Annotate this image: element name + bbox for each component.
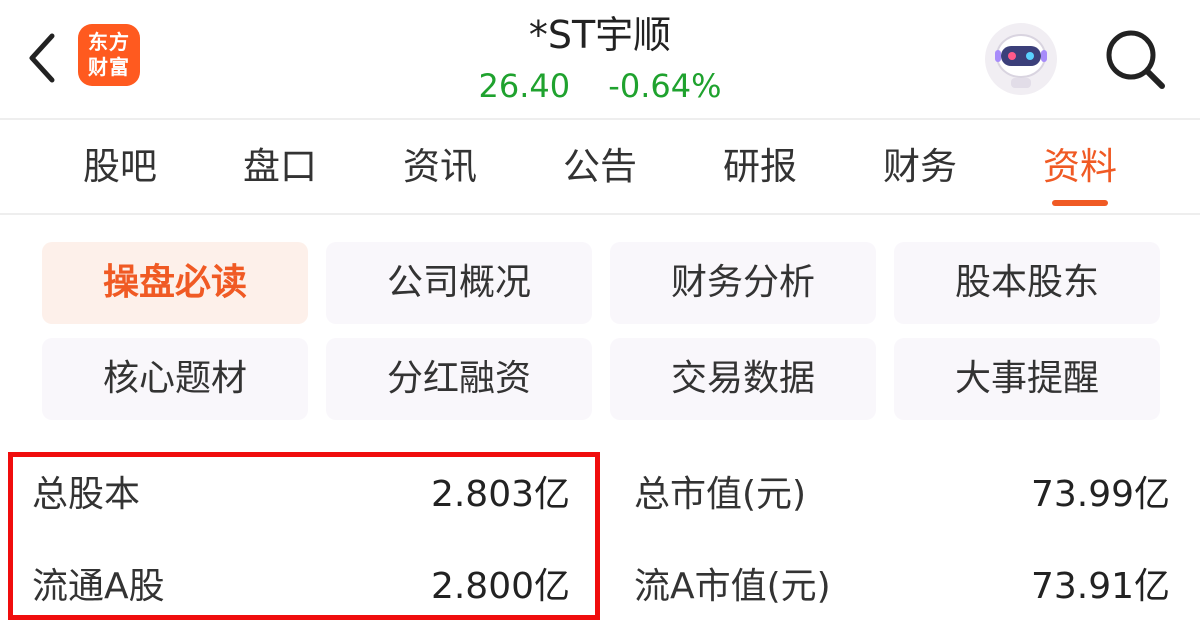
chip-company-overview[interactable]: 公司概况 bbox=[326, 242, 592, 324]
total-market-cap-label: 总市值(元) bbox=[634, 474, 807, 515]
stats-panel: 总股本 2.803亿 流通A股 2.800亿 总市值(元) 73.99亿 流A市… bbox=[0, 448, 1200, 627]
chip-trading-data[interactable]: 交易数据 bbox=[610, 338, 876, 420]
chip-major-events[interactable]: 大事提醒 bbox=[894, 338, 1160, 420]
tabs-divider bbox=[0, 213, 1200, 215]
tab-announcements[interactable]: 公告 bbox=[530, 120, 670, 214]
stock-price: 26.40 bbox=[478, 67, 571, 105]
tab-pankou[interactable]: 盘口 bbox=[210, 120, 350, 214]
chip-financial-analysis[interactable]: 财务分析 bbox=[610, 242, 876, 324]
search-icon bbox=[1106, 30, 1165, 89]
chip-trading-essentials[interactable]: 操盘必读 bbox=[42, 242, 308, 324]
robot-avatar-icon bbox=[985, 23, 1057, 95]
header: 东方 财富 *ST宇顺 26.40 -0.64% bbox=[0, 0, 1200, 118]
stock-info-page: 东方 财富 *ST宇顺 26.40 -0.64% 股吧 盘口 资讯 公告 研报 … bbox=[0, 0, 1200, 627]
tab-guba[interactable]: 股吧 bbox=[50, 120, 190, 214]
chip-core-themes[interactable]: 核心题材 bbox=[42, 338, 308, 420]
share-capital-highlight-box bbox=[8, 452, 600, 620]
float-market-cap-value: 73.91亿 bbox=[1030, 566, 1170, 607]
tab-finance[interactable]: 财务 bbox=[850, 120, 990, 214]
tab-news[interactable]: 资讯 bbox=[370, 120, 510, 214]
stock-change-pct: -0.64% bbox=[608, 67, 722, 105]
active-tab-indicator bbox=[1052, 200, 1108, 206]
chip-shareholders[interactable]: 股本股东 bbox=[894, 242, 1160, 324]
tab-bar: 股吧 盘口 资讯 公告 研报 财务 资料 bbox=[0, 120, 1200, 214]
total-market-cap-value: 73.99亿 bbox=[1030, 474, 1170, 515]
tab-research[interactable]: 研报 bbox=[690, 120, 830, 214]
search-button[interactable] bbox=[1102, 26, 1168, 92]
subcategory-grid: 操盘必读 公司概况 财务分析 股本股东 核心题材 分红融资 交易数据 大事提醒 bbox=[0, 238, 1200, 420]
float-market-cap-label: 流A市值(元) bbox=[634, 566, 831, 607]
robot-assistant-button[interactable] bbox=[984, 22, 1058, 96]
chip-dividends-financing[interactable]: 分红融资 bbox=[326, 338, 592, 420]
